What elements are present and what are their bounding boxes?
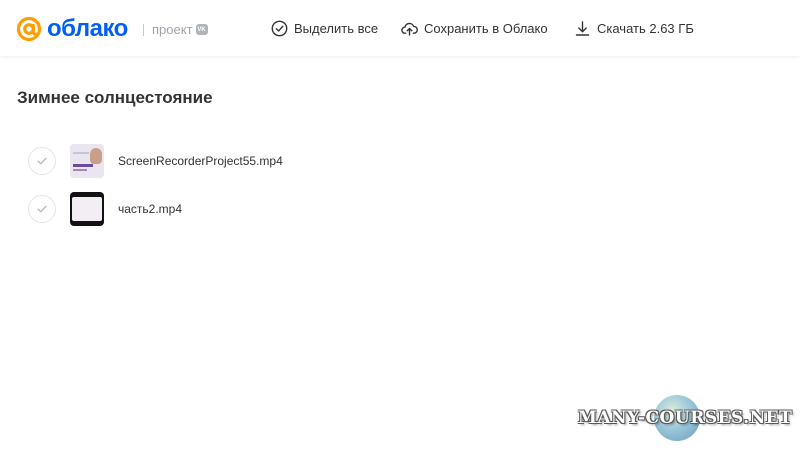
download-button[interactable]: Скачать 2.63 ГБ <box>574 20 694 37</box>
watermark: MANY-COURSES.NET <box>578 395 793 445</box>
cloud-upload-icon <box>401 22 418 36</box>
download-icon <box>575 21 590 36</box>
file-name[interactable]: часть2.mp4 <box>118 202 182 216</box>
project-label-text: проект <box>152 22 193 37</box>
file-row[interactable]: ScreenRecorderProject55.mp4 <box>28 143 428 179</box>
save-to-cloud-label: Сохранить в Облако <box>424 21 548 36</box>
video-thumbnail[interactable] <box>70 144 104 178</box>
file-name[interactable]: ScreenRecorderProject55.mp4 <box>118 154 283 168</box>
check-icon <box>37 157 47 165</box>
save-to-cloud-button[interactable]: Сохранить в Облако <box>401 20 548 37</box>
watermark-text: MANY-COURSES.NET <box>578 408 793 428</box>
at-sign-logo-icon <box>16 16 42 42</box>
vk-badge-icon: VK <box>195 24 208 35</box>
folder-title: Зимнее солнцестояние <box>17 88 213 107</box>
logo-divider <box>143 24 144 36</box>
check-circle-icon <box>271 20 288 37</box>
top-bar: облако проект VK Выделить все Сохранить … <box>0 0 800 56</box>
check-icon <box>37 205 47 213</box>
video-thumbnail[interactable] <box>70 192 104 226</box>
logo-text: облако <box>47 15 128 42</box>
project-label: проект VK <box>152 22 208 37</box>
download-label: Скачать 2.63 ГБ <box>597 21 694 36</box>
file-checkbox[interactable] <box>28 147 56 175</box>
select-all-button[interactable]: Выделить все <box>271 20 378 37</box>
file-row[interactable]: часть2.mp4 <box>28 191 428 227</box>
cloud-logo[interactable]: облако <box>16 16 128 42</box>
select-all-label: Выделить все <box>294 21 379 36</box>
file-checkbox[interactable] <box>28 195 56 223</box>
